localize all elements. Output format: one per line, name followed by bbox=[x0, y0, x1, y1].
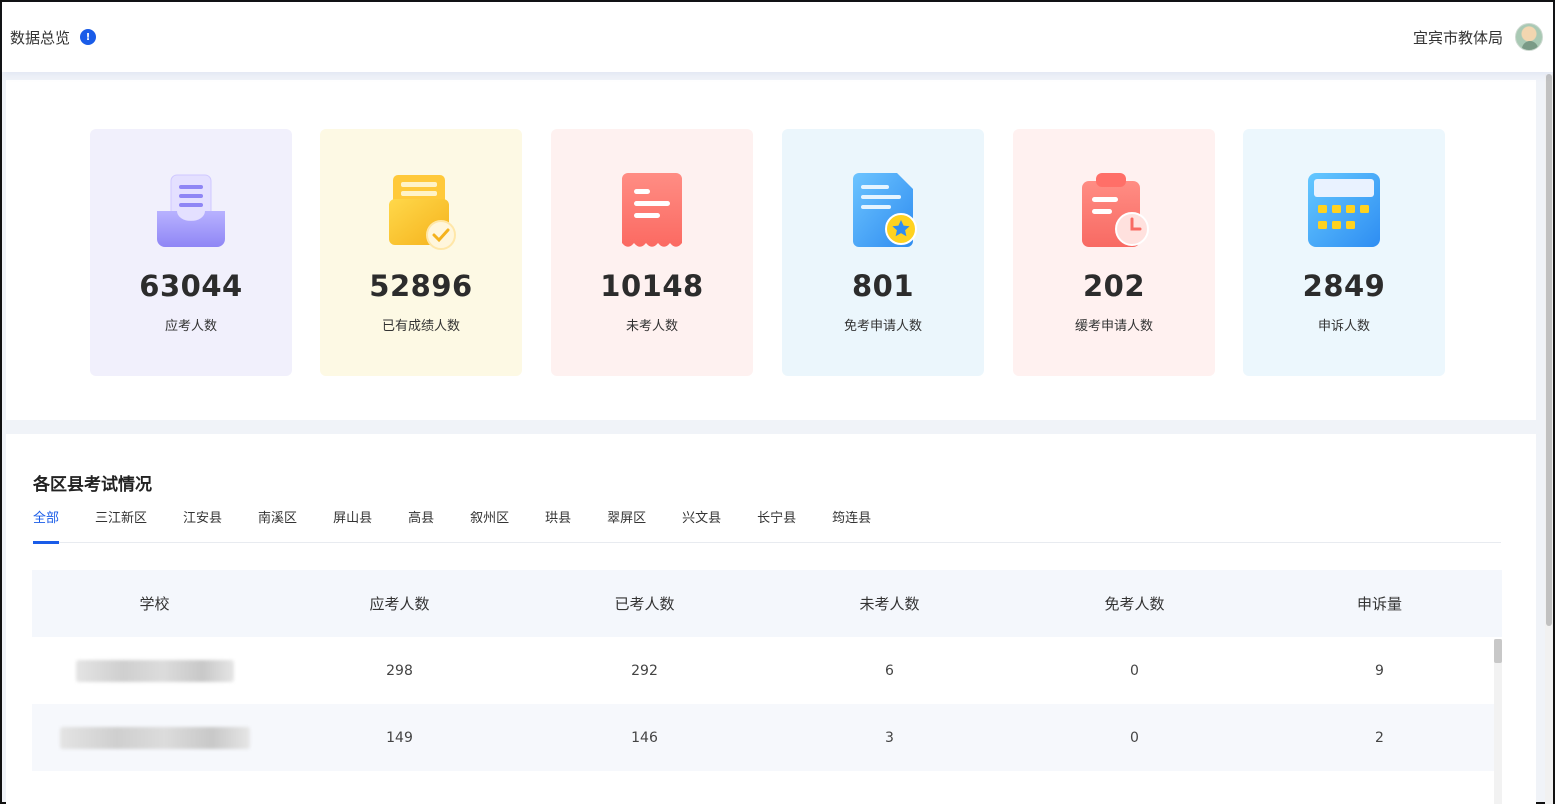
stat-card-scored: 52896 已有成绩人数 bbox=[320, 129, 522, 376]
tab-district[interactable]: 屏山县 bbox=[333, 504, 372, 543]
section-title: 各区县考试情况 bbox=[33, 475, 152, 495]
tab-district[interactable]: 三江新区 bbox=[95, 504, 147, 543]
top-bar: 数据总览 ! 宜宾市教体局 bbox=[2, 2, 1553, 72]
stat-value: 52896 bbox=[369, 269, 473, 303]
stat-card-deferred: 202 缓考申请人数 bbox=[1013, 129, 1215, 376]
cell-exempt: 0 bbox=[1130, 662, 1139, 679]
tab-district[interactable]: 长宁县 bbox=[757, 504, 796, 543]
inbox-list-icon bbox=[157, 174, 225, 247]
document-star-icon bbox=[853, 173, 917, 247]
page-title: 数据总览 bbox=[10, 28, 71, 47]
tab-district[interactable]: 珙县 bbox=[545, 504, 571, 543]
tab-district[interactable]: 翠屏区 bbox=[607, 504, 646, 543]
stat-value: 202 bbox=[1082, 269, 1146, 303]
tab-district[interactable]: 全部 bbox=[33, 504, 60, 544]
column-header: 学校 bbox=[139, 595, 170, 613]
stat-label: 缓考申请人数 bbox=[1074, 319, 1153, 334]
column-header: 未考人数 bbox=[859, 595, 920, 613]
cell-taken: 146 bbox=[631, 729, 658, 746]
stat-value: 801 bbox=[851, 269, 915, 303]
tab-district[interactable]: 兴文县 bbox=[682, 504, 721, 543]
cell-school bbox=[32, 704, 277, 771]
stat-card-appeals: 2849 申诉人数 bbox=[1243, 129, 1445, 376]
district-panel: 各区县考试情况 全部 三江新区 江安县 南溪区 屏山县 高县 叙州区 珙县 翠屏区 兴文县 长宁县筠… bbox=[6, 434, 1536, 804]
tab-district[interactable]: 叙州区 bbox=[470, 504, 509, 543]
tab-district[interactable]: 江安县 bbox=[183, 504, 222, 543]
table-row[interactable]: 149 146 3 0 2 bbox=[32, 704, 1502, 771]
tab-district[interactable]: 筠连县 bbox=[832, 504, 871, 543]
stat-card-absent: 10148 未考人数 bbox=[551, 129, 753, 376]
info-icon[interactable]: ! bbox=[80, 29, 97, 45]
redacted-school-name bbox=[59, 726, 250, 749]
cell-appeals: 9 bbox=[1375, 662, 1384, 679]
stat-value: 2849 bbox=[1302, 269, 1386, 303]
redacted-school-name bbox=[75, 659, 234, 682]
stat-value: 10148 bbox=[600, 269, 704, 303]
receipt-icon bbox=[622, 173, 682, 247]
tab-district[interactable]: 高县 bbox=[408, 504, 434, 543]
stat-card-expected: 63044 应考人数 bbox=[90, 129, 292, 376]
stat-label: 应考人数 bbox=[164, 319, 217, 334]
district-tabs: 全部 三江新区 江安县 南溪区 屏山县 高县 叙州区 珙县 翠屏区 兴文县 长宁县 筠连县 bbox=[33, 504, 1501, 544]
table-body: 298 292 6 0 9 149 146 3 0 2 bbox=[32, 637, 1502, 771]
cell-taken: 292 bbox=[631, 662, 658, 679]
column-header: 应考人数 bbox=[369, 595, 430, 613]
page-scrollbar-thumb[interactable] bbox=[1546, 74, 1552, 626]
district-table: 学校 应考人数 已考人数 未考人数 免考人数 申诉量 298 292 6 0 9 149 146 3 0 2 bbox=[32, 570, 1502, 771]
cell-absent: 6 bbox=[885, 662, 894, 679]
cell-expected: 298 bbox=[386, 662, 413, 679]
column-header: 免考人数 bbox=[1104, 595, 1165, 613]
table-row[interactable]: 298 292 6 0 9 bbox=[32, 637, 1502, 704]
org-name[interactable]: 宜宾市教体局 bbox=[1413, 27, 1503, 48]
cell-absent: 3 bbox=[885, 729, 894, 746]
stat-card-exempt: 801 免考申请人数 bbox=[782, 129, 984, 376]
header-left: 数据总览 ! bbox=[10, 27, 97, 48]
stats-panel: 63044 应考人数 52896 已有成绩人数 10148 未考人数 801 免… bbox=[6, 80, 1536, 420]
column-header: 已考人数 bbox=[614, 595, 675, 613]
column-header: 申诉量 bbox=[1356, 595, 1402, 613]
scored-folder-icon bbox=[389, 175, 456, 250]
tab-district[interactable]: 南溪区 bbox=[258, 504, 297, 543]
header-right: 宜宾市教体局 bbox=[1413, 23, 1543, 51]
cell-appeals: 2 bbox=[1375, 729, 1384, 746]
table-scrollbar-thumb[interactable] bbox=[1494, 639, 1502, 663]
avatar[interactable] bbox=[1515, 23, 1543, 51]
stat-label: 未考人数 bbox=[625, 319, 678, 334]
stat-value: 63044 bbox=[139, 269, 243, 303]
clipboard-clock-icon bbox=[1082, 173, 1149, 247]
cell-expected: 149 bbox=[386, 729, 413, 746]
cell-school bbox=[32, 637, 277, 704]
stat-label: 申诉人数 bbox=[1317, 319, 1370, 334]
stat-label: 已有成绩人数 bbox=[381, 319, 460, 334]
calculator-icon bbox=[1308, 173, 1380, 247]
cell-exempt: 0 bbox=[1130, 729, 1139, 746]
table-scrollbar-track[interactable] bbox=[1494, 639, 1502, 804]
stat-label: 免考申请人数 bbox=[843, 319, 922, 334]
table-header: 学校 应考人数 已考人数 未考人数 免考人数 申诉量 bbox=[32, 570, 1502, 637]
